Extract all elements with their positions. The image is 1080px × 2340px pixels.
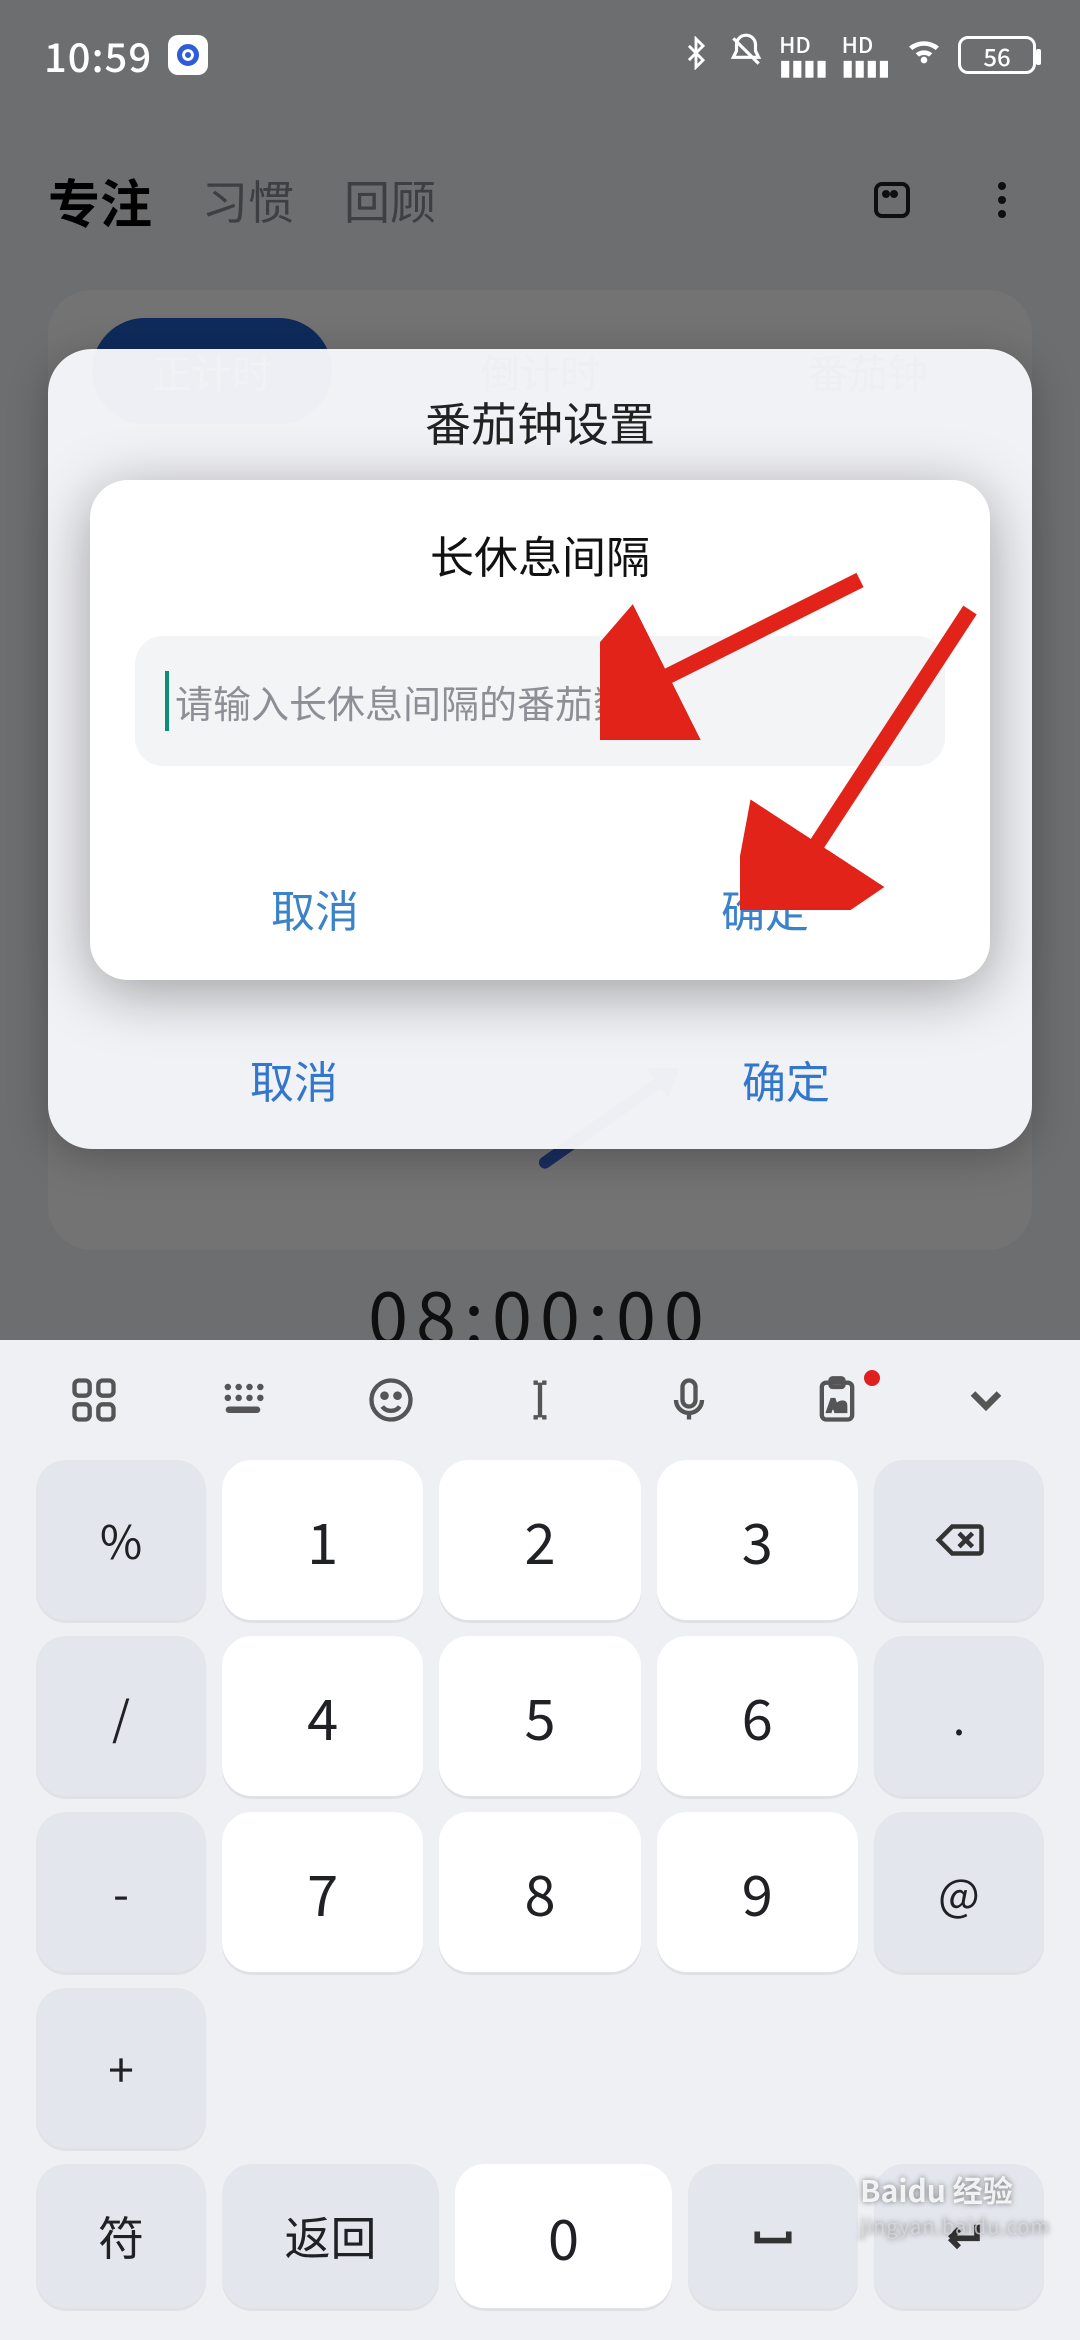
watermark: Baidu 经验 jingyan.baidu.com	[860, 2167, 1050, 2240]
kb-layout-icon[interactable]	[188, 1364, 298, 1436]
key-1[interactable]: 1	[222, 1460, 423, 1620]
mute-icon	[727, 29, 765, 81]
key-dot[interactable]: .	[874, 1636, 1044, 1796]
kb-clipboard-icon[interactable]: Aa	[782, 1364, 892, 1436]
outer-cancel-button[interactable]: 取消	[48, 1047, 540, 1111]
bluetooth-icon	[679, 29, 713, 81]
svg-text:Aa: Aa	[828, 1394, 846, 1416]
key-3[interactable]: 3	[657, 1460, 858, 1620]
key-space[interactable]	[688, 2164, 858, 2308]
key-5[interactable]: 5	[439, 1636, 640, 1796]
text-cursor	[165, 671, 169, 731]
key-symbols[interactable]: 符	[36, 2164, 206, 2308]
key-4[interactable]: 4	[222, 1636, 423, 1796]
status-bar: 10:59 HD▮▮▮▮ HD▮▮▮▮ 56	[0, 0, 1080, 110]
outer-modal-title: 番茄钟设置	[48, 349, 1032, 455]
key-at[interactable]: @	[874, 1812, 1044, 1972]
notification-dot-icon	[864, 1370, 880, 1386]
key-plus[interactable]: +	[36, 1988, 206, 2148]
wifi-icon	[904, 29, 944, 81]
key-0[interactable]: 0	[455, 2164, 672, 2308]
key-9[interactable]: 9	[657, 1812, 858, 1972]
key-6[interactable]: 6	[657, 1636, 858, 1796]
battery-indicator: 56	[958, 36, 1036, 74]
dialog-cancel-button[interactable]: 取消	[90, 876, 540, 940]
key-slash[interactable]: /	[36, 1636, 206, 1796]
key-percent[interactable]: %	[36, 1460, 206, 1620]
key-return[interactable]: 返回	[222, 2164, 439, 2308]
kb-mic-icon[interactable]	[634, 1364, 744, 1436]
input-placeholder: 请输入长休息间隔的番茄数量	[175, 674, 669, 729]
kb-cursor-icon[interactable]	[485, 1364, 595, 1436]
status-app-icon	[168, 35, 208, 75]
kb-apps-icon[interactable]	[39, 1364, 149, 1436]
key-minus[interactable]: -	[36, 1812, 206, 1972]
key-8[interactable]: 8	[439, 1812, 640, 1972]
kb-collapse-icon[interactable]	[931, 1364, 1041, 1436]
outer-confirm-button[interactable]: 确定	[540, 1047, 1032, 1111]
signal-hd-2-icon: HD▮▮▮▮	[842, 33, 890, 77]
kb-emoji-icon[interactable]	[336, 1364, 446, 1436]
key-backspace[interactable]	[874, 1460, 1044, 1620]
key-2[interactable]: 2	[439, 1460, 640, 1620]
signal-hd-1-icon: HD▮▮▮▮	[779, 33, 827, 77]
key-7[interactable]: 7	[222, 1812, 423, 1972]
annotation-arrow-confirm	[740, 590, 1000, 910]
status-time: 10:59	[44, 26, 152, 84]
